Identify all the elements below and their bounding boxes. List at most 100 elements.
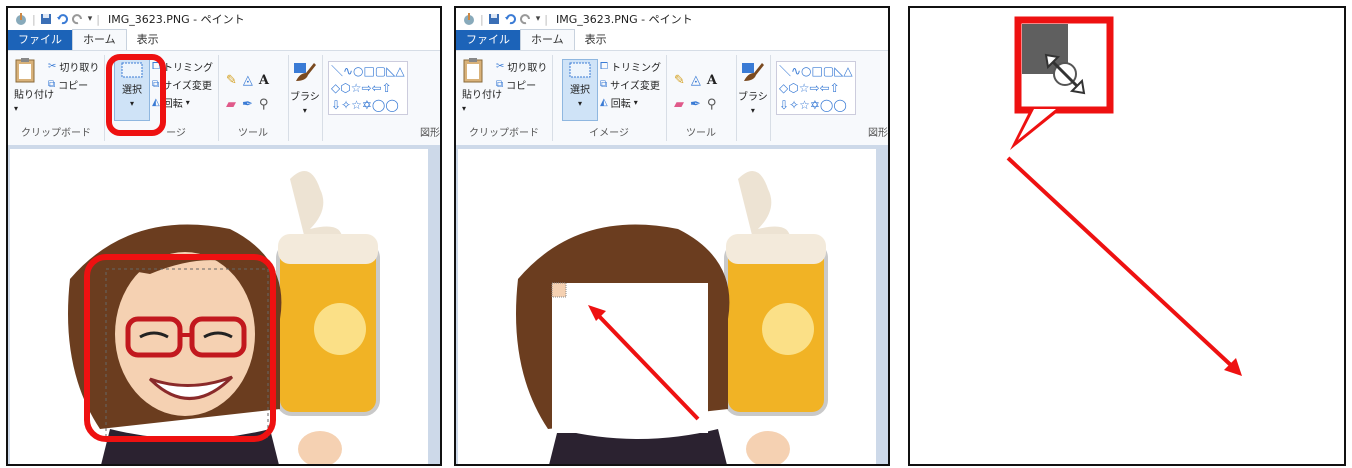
- copy-button[interactable]: ⧉ コピー: [48, 77, 88, 92]
- copy-label: コピー: [58, 81, 89, 92]
- shapes-group: ＼∿○□▢◺△ ◇⬡☆⇨⇦⇧ ⇩✧☆✡◯◯ 図形: [322, 55, 440, 141]
- rotate-dropdown-icon[interactable]: ▾: [186, 98, 190, 107]
- ribbon: 貼り付け ▾ ✂ 切り取り ⧉ コピー クリップボード 選択 ▾ ⧠ トリミング: [8, 50, 440, 146]
- canvas-scroll-margin: [428, 145, 440, 464]
- magnifier-icon[interactable]: ⚲: [259, 97, 269, 112]
- tools-group-label: ツール: [238, 128, 268, 139]
- quick-access-toolbar: | ▾ |: [8, 12, 100, 26]
- paste-icon: [463, 58, 483, 83]
- color-picker-icon[interactable]: ✒: [242, 97, 253, 112]
- separator: |: [544, 12, 548, 26]
- color-picker-icon[interactable]: ✒: [690, 97, 701, 112]
- cut-label: 切り取り: [507, 63, 548, 74]
- window-title: IMG_3623.PNG - ペイント: [107, 13, 245, 26]
- tools-row-2: ▰ ✒ ⚲: [674, 97, 716, 112]
- tab-home[interactable]: ホーム: [72, 29, 127, 50]
- highlight-face-selection: [84, 254, 276, 442]
- select-dropdown-icon[interactable]: ▾: [578, 99, 582, 108]
- zoom-callout-illustration: [1006, 16, 1242, 376]
- tab-file[interactable]: ファイル: [8, 30, 72, 50]
- paste-icon: [15, 58, 35, 83]
- ribbon-tabs: ファイル ホーム 表示: [456, 29, 888, 50]
- clipboard-group-label: クリップボード: [469, 128, 539, 139]
- brush-group: ブラシ ▾: [736, 55, 771, 141]
- text-icon[interactable]: A: [707, 73, 717, 88]
- magnifier-icon[interactable]: ⚲: [707, 97, 717, 112]
- eraser-icon[interactable]: ▰: [226, 97, 236, 112]
- separator: |: [32, 12, 36, 26]
- save-icon[interactable]: [40, 13, 52, 25]
- tab-view[interactable]: 表示: [575, 30, 617, 50]
- customize-toolbar-icon[interactable]: ▾: [536, 14, 541, 24]
- shapes-group-label: 図形: [868, 128, 888, 139]
- redo-icon[interactable]: [519, 13, 532, 25]
- panel-3-zoom-callout: [908, 6, 1346, 466]
- ribbon-tabs: ファイル ホーム 表示: [8, 29, 440, 50]
- shapes-gallery-icon[interactable]: ＼∿○□▢◺△ ◇⬡☆⇨⇦⇧ ⇩✧☆✡◯◯: [776, 61, 856, 115]
- cut-button[interactable]: ✂ 切り取り: [496, 59, 547, 74]
- fill-icon[interactable]: ◬: [691, 73, 701, 88]
- paste-dropdown-icon[interactable]: ▾: [462, 104, 466, 113]
- clipboard-group: 貼り付け ▾ ✂ 切り取り ⧉ コピー クリップボード: [8, 55, 105, 141]
- avatar-image-with-cutout: [516, 171, 828, 464]
- resize-icon: ⧉: [600, 79, 608, 90]
- brush-icon: [293, 63, 316, 81]
- copy-button[interactable]: ⧉ コピー: [496, 77, 536, 92]
- eraser-icon[interactable]: ▰: [674, 97, 684, 112]
- brush-button[interactable]: ブラシ ▾: [738, 59, 768, 115]
- tab-file[interactable]: ファイル: [456, 30, 520, 50]
- brush-dropdown-icon[interactable]: ▾: [303, 106, 307, 115]
- paste-dropdown-icon[interactable]: ▾: [14, 104, 18, 113]
- separator: |: [96, 12, 100, 26]
- customize-toolbar-icon[interactable]: ▾: [88, 14, 93, 24]
- scissors-icon: ✂: [496, 61, 505, 72]
- panel-1: | ▾ | IMG_3623.PNG - ペイント ファイル ホーム 表示 貼り…: [6, 6, 442, 466]
- shapes-gallery-icon[interactable]: ＼∿○□▢◺△ ◇⬡☆⇨⇦⇧ ⇩✧☆✡◯◯: [328, 61, 408, 115]
- tools-group: ✎ ◬ A ▰ ✒ ⚲ ツール: [218, 55, 289, 141]
- shapes-group-label: 図形: [420, 128, 440, 139]
- tab-view[interactable]: 表示: [127, 30, 169, 50]
- quick-access-toolbar: | ▾ |: [456, 12, 548, 26]
- brush-button[interactable]: ブラシ ▾: [290, 59, 320, 115]
- select-rectangle-icon: [569, 62, 591, 78]
- trim-label: トリミング: [163, 63, 213, 74]
- text-icon[interactable]: A: [259, 73, 269, 88]
- brush-label: ブラシ: [290, 92, 320, 103]
- copy-label: コピー: [506, 81, 537, 92]
- brush-dropdown-icon[interactable]: ▾: [751, 106, 755, 115]
- resize-label: サイズ変更: [610, 81, 660, 92]
- trim-button[interactable]: ⧠ トリミング: [600, 59, 661, 74]
- pencil-icon[interactable]: ✎: [674, 73, 685, 88]
- brush-icon: [741, 63, 764, 81]
- crop-icon: ⧠: [600, 61, 608, 72]
- select-button[interactable]: 選択 ▾: [562, 59, 598, 121]
- cut-label: 切り取り: [59, 63, 100, 74]
- tools-row-1: ✎ ◬ A: [674, 73, 717, 88]
- rotate-label: 回転: [610, 99, 631, 110]
- fill-icon[interactable]: ◬: [243, 73, 253, 88]
- redo-icon[interactable]: [71, 13, 84, 25]
- cut-button[interactable]: ✂ 切り取り: [48, 59, 99, 74]
- resize-button[interactable]: ⧉ サイズ変更: [600, 77, 660, 92]
- trim-label: トリミング: [611, 63, 661, 74]
- pencil-icon[interactable]: ✎: [226, 73, 237, 88]
- undo-icon[interactable]: [504, 13, 516, 25]
- canvas-area: [456, 145, 888, 464]
- image-group-label: イメージ: [589, 128, 629, 139]
- clipboard-group-label: クリップボード: [21, 128, 91, 139]
- tab-home[interactable]: ホーム: [520, 29, 575, 50]
- drawing-canvas[interactable]: [458, 149, 876, 464]
- brush-label: ブラシ: [738, 92, 768, 103]
- undo-icon[interactable]: [56, 13, 68, 25]
- rotate-button[interactable]: ◭ 回転 ▾: [600, 95, 638, 110]
- tools-row-2: ▰ ✒ ⚲: [226, 97, 268, 112]
- select-label: 選択: [570, 85, 590, 96]
- window-title: IMG_3623.PNG - ペイント: [555, 13, 693, 26]
- rotate-icon: ◭: [600, 97, 608, 108]
- paint-app-icon[interactable]: [462, 12, 476, 26]
- shapes-group: ＼∿○□▢◺△ ◇⬡☆⇨⇦⇧ ⇩✧☆✡◯◯ 図形: [770, 55, 888, 141]
- rotate-dropdown-icon[interactable]: ▾: [634, 98, 638, 107]
- save-icon[interactable]: [488, 13, 500, 25]
- ribbon: 貼り付け ▾ ✂ 切り取り ⧉ コピー クリップボード 選択 ▾ ⧠ トリミング: [456, 50, 888, 146]
- paint-app-icon[interactable]: [14, 12, 28, 26]
